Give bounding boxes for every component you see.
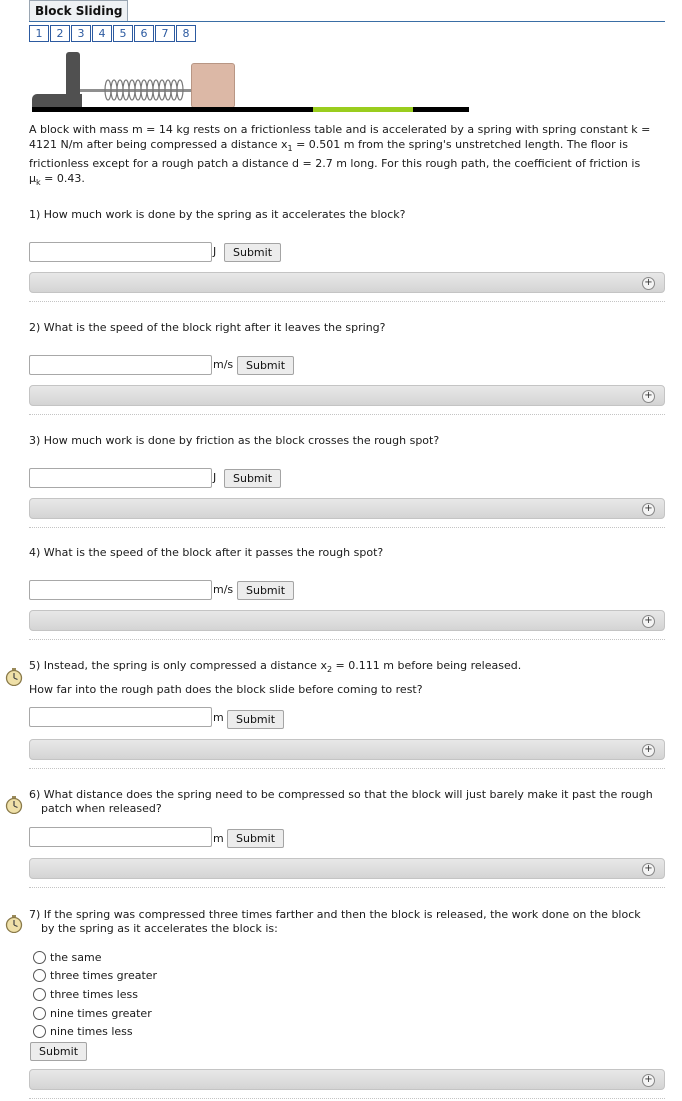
problem-text: = 0.43.	[40, 172, 85, 186]
option-three-times-greater[interactable]: three times greater	[33, 967, 157, 986]
page-link-7[interactable]: 7	[155, 25, 175, 42]
header-bar: Block Sliding	[29, 0, 665, 22]
problem-statement: A block with mass m = 14 kg rests on a f…	[29, 122, 663, 190]
submit-button[interactable]: Submit	[224, 243, 282, 262]
option-the-same[interactable]: the same	[33, 948, 157, 967]
unit-label: J	[213, 245, 217, 258]
answer-input[interactable]	[29, 827, 212, 847]
hint-bar[interactable]: +	[29, 498, 665, 519]
question-text-line: by the spring as it accelerates the bloc…	[41, 922, 278, 935]
page-link-5[interactable]: 5	[113, 25, 133, 42]
answer-options: the same three times greater three times…	[33, 948, 157, 1041]
problem-text: 4121 N/m after being compressed a distan…	[29, 138, 288, 151]
unit-label: m/s	[213, 358, 234, 371]
problem-line-2: 4121 N/m after being compressed a distan…	[29, 137, 663, 156]
option-label: three times less	[50, 987, 138, 1001]
plus-circle-icon[interactable]: +	[642, 503, 655, 516]
submit-button[interactable]: Submit	[227, 710, 285, 729]
divider	[29, 414, 665, 415]
radio-button[interactable]	[33, 1025, 46, 1039]
page-link-4[interactable]: 4	[92, 25, 112, 42]
divider	[29, 887, 665, 888]
question-text-part: 5) Instead, the spring is only compresse…	[29, 659, 327, 672]
page-link-6[interactable]: 6	[134, 25, 154, 42]
hint-bar[interactable]: +	[29, 858, 665, 879]
question-text: 5) Instead, the spring is only compresse…	[29, 659, 665, 677]
submit-button[interactable]: Submit	[237, 356, 295, 375]
submit-button[interactable]: Submit	[30, 1042, 88, 1061]
hint-bar[interactable]: +	[29, 610, 665, 631]
submit-button[interactable]: Submit	[237, 581, 295, 600]
divider	[29, 639, 665, 640]
option-nine-times-greater[interactable]: nine times greater	[33, 1004, 157, 1023]
unit-label: m	[213, 832, 224, 845]
wall-base	[32, 94, 82, 108]
unit-label: m	[213, 711, 224, 724]
radio-button[interactable]	[33, 950, 46, 964]
hint-bar[interactable]: +	[29, 1069, 665, 1090]
option-label: the same	[50, 950, 102, 964]
question-text: 3) How much work is done by friction as …	[29, 434, 440, 447]
page-nav: 1 2 3 4 5 6 7 8	[29, 25, 197, 42]
hint-bar[interactable]: +	[29, 272, 665, 293]
spring	[104, 79, 184, 101]
radio-button[interactable]	[33, 969, 46, 983]
answer-input[interactable]	[29, 355, 212, 375]
question-text-line: patch when released?	[41, 802, 162, 815]
plus-circle-icon[interactable]: +	[642, 863, 655, 876]
stopwatch-icon	[5, 668, 23, 686]
answer-input[interactable]	[29, 580, 212, 600]
submit-button[interactable]: Submit	[227, 829, 285, 848]
page-link-1[interactable]: 1	[29, 25, 49, 42]
stopwatch-icon	[5, 796, 23, 814]
question-text-line: 6) What distance does the spring need to…	[29, 788, 653, 801]
plus-circle-icon[interactable]: +	[642, 615, 655, 628]
problem-text: = 0.501 m from the spring's unstretched …	[292, 138, 628, 151]
plus-circle-icon[interactable]: +	[642, 390, 655, 403]
page-title: Block Sliding	[29, 0, 129, 21]
question-text: 6) What distance does the spring need to…	[29, 788, 665, 816]
rough-patch	[313, 107, 413, 112]
plus-circle-icon[interactable]: +	[642, 277, 655, 290]
answer-input[interactable]	[29, 707, 212, 727]
question-text-line: 7) If the spring was compressed three ti…	[29, 908, 641, 921]
unit-label: m/s	[213, 583, 234, 596]
plus-circle-icon[interactable]: +	[642, 1074, 655, 1087]
unit-label: J	[213, 471, 217, 484]
divider	[29, 301, 665, 302]
submit-button[interactable]: Submit	[224, 469, 282, 488]
page-link-2[interactable]: 2	[50, 25, 70, 42]
block	[191, 63, 235, 108]
divider	[29, 768, 665, 769]
question-text: 2) What is the speed of the block right …	[29, 321, 386, 334]
option-nine-times-less[interactable]: nine times less	[33, 1022, 157, 1041]
question-text: 4) What is the speed of the block after …	[29, 546, 384, 559]
answer-input[interactable]	[29, 242, 212, 262]
option-label: three times greater	[50, 969, 158, 983]
divider	[29, 1098, 665, 1099]
hint-bar[interactable]: +	[29, 385, 665, 406]
problem-line-4: μk = 0.43.	[29, 171, 663, 190]
problem-line-3: frictionless except for a rough patch a …	[29, 157, 641, 171]
stopwatch-icon	[5, 915, 23, 933]
spring-block-illustration	[30, 50, 470, 112]
radio-button[interactable]	[33, 1006, 46, 1020]
page-link-8[interactable]: 8	[176, 25, 196, 42]
option-label: nine times greater	[50, 1006, 152, 1020]
problem-text: μ	[29, 172, 36, 186]
question-text-part: = 0.111 m before being released.	[332, 659, 522, 672]
divider	[29, 527, 665, 528]
question-subtext: How far into the rough path does the blo…	[29, 683, 423, 696]
question-text: 7) If the spring was compressed three ti…	[29, 908, 665, 936]
question-text: 1) How much work is done by the spring a…	[29, 208, 406, 221]
radio-button[interactable]	[33, 987, 46, 1001]
option-label: nine times less	[50, 1025, 133, 1039]
option-three-times-less[interactable]: three times less	[33, 985, 157, 1004]
page-link-3[interactable]: 3	[71, 25, 91, 42]
plus-circle-icon[interactable]: +	[642, 744, 655, 757]
problem-line-1: A block with mass m = 14 kg rests on a f…	[29, 123, 651, 136]
answer-input[interactable]	[29, 468, 212, 488]
hint-bar[interactable]: +	[29, 739, 665, 760]
